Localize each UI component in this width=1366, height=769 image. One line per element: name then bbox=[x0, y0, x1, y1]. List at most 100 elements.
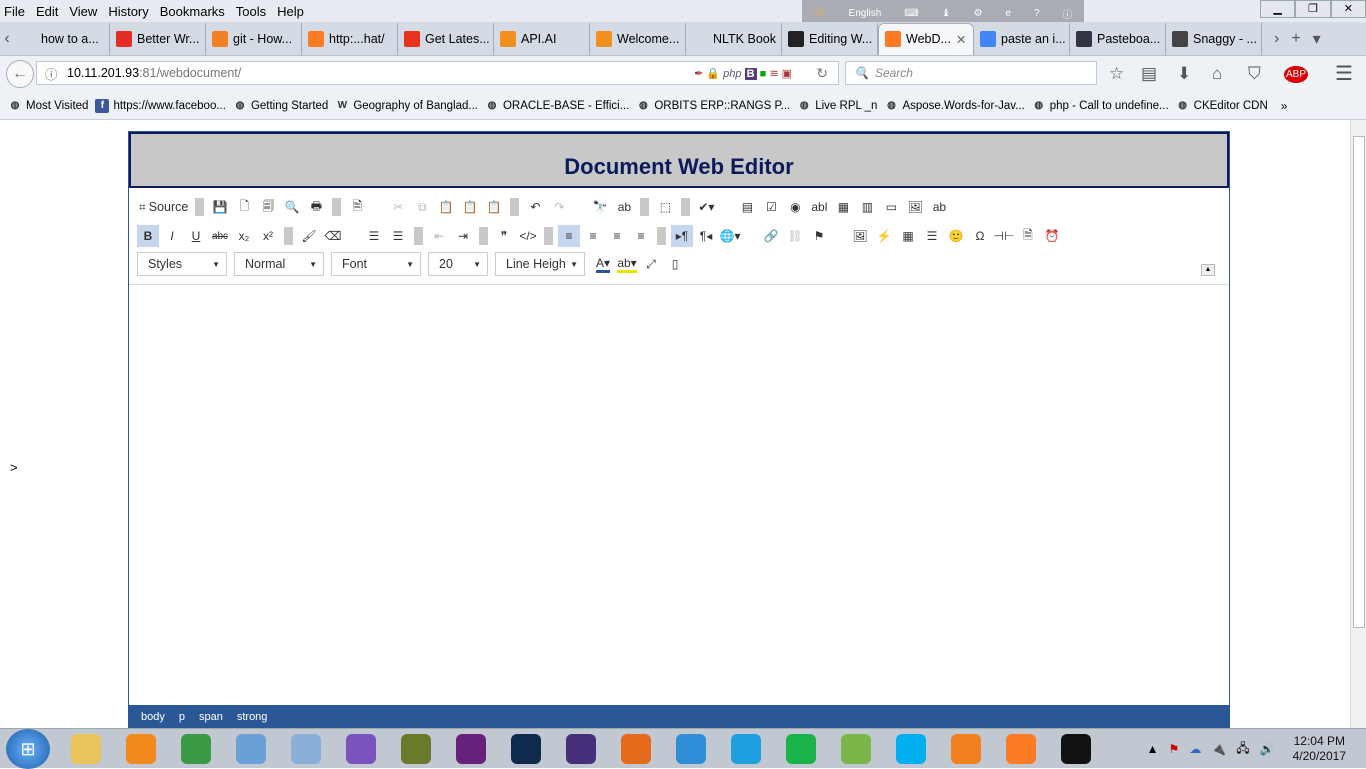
bookmark-item[interactable]: ◍ ORACLE-BASE - Effici... bbox=[485, 99, 630, 113]
unlink-icon[interactable]: ⛓ bbox=[784, 225, 806, 247]
taskbar-firefox[interactable] bbox=[610, 730, 662, 768]
menu-history[interactable]: History bbox=[108, 4, 148, 19]
outdent-icon[interactable]: ⇤ bbox=[428, 225, 450, 247]
minimize-button[interactable]: ▁ bbox=[1260, 0, 1296, 18]
info-icon[interactable]: ⓘ bbox=[1062, 6, 1072, 21]
numbered-list-icon[interactable]: ☰ bbox=[363, 225, 385, 247]
underline-icon[interactable]: U bbox=[185, 225, 207, 247]
browser-tab[interactable]: Welcome... bbox=[590, 22, 686, 55]
browser-tab[interactable]: Editing W... bbox=[782, 22, 878, 55]
path-body[interactable]: body bbox=[141, 711, 165, 723]
button-icon[interactable]: ▭ bbox=[880, 196, 902, 218]
textfield-icon[interactable]: abl bbox=[808, 196, 830, 218]
bookmark-item[interactable]: W Geography of Banglad... bbox=[335, 99, 478, 113]
copy-icon[interactable]: ⧉ bbox=[411, 196, 433, 218]
subscript-icon[interactable]: x₂ bbox=[233, 225, 255, 247]
source-button[interactable]: ⌗ Source bbox=[137, 196, 190, 218]
browser-tab[interactable]: paste an i... bbox=[974, 22, 1070, 55]
site-info-icon[interactable]: ⓘ bbox=[45, 64, 58, 83]
radio-icon[interactable]: ◉ bbox=[784, 196, 806, 218]
image-button-icon[interactable]: 🖼 bbox=[904, 196, 926, 218]
textarea-icon[interactable]: ▦ bbox=[832, 196, 854, 218]
scroll-tabs-right-icon[interactable]: › bbox=[1274, 30, 1279, 48]
bold-icon[interactable]: B bbox=[137, 225, 159, 247]
undo-icon[interactable]: ↶ bbox=[524, 196, 546, 218]
menu-help[interactable]: Help bbox=[277, 4, 304, 19]
align-right-icon[interactable]: ≡ bbox=[606, 225, 628, 247]
bookmark-item[interactable]: ◍ CKEditor CDN bbox=[1176, 99, 1268, 113]
browser-tab[interactable]: git - How... bbox=[206, 22, 302, 55]
power-icon[interactable]: 🔌 bbox=[1211, 742, 1226, 756]
reading-list-icon[interactable]: ▤ bbox=[1141, 64, 1157, 84]
checkbox-icon[interactable]: ☑ bbox=[760, 196, 782, 218]
anchor-icon[interactable]: ⚑ bbox=[808, 225, 830, 247]
language-label[interactable]: English bbox=[849, 8, 882, 19]
path-span[interactable]: span bbox=[199, 711, 223, 723]
taskbar-oval-app[interactable] bbox=[775, 730, 827, 768]
scrollbar-thumb[interactable] bbox=[1353, 136, 1365, 628]
taskbar-chrome[interactable] bbox=[170, 730, 222, 768]
taskbar-xampp[interactable] bbox=[995, 730, 1047, 768]
taskbar-frog-app[interactable] bbox=[390, 730, 442, 768]
select-icon[interactable]: ▥ bbox=[856, 196, 878, 218]
link-icon[interactable]: 🔗 bbox=[760, 225, 782, 247]
remove-format-icon[interactable]: ⌫ bbox=[322, 225, 344, 247]
replace-icon[interactable]: ab bbox=[613, 196, 635, 218]
bookmark-item[interactable]: ◍ ORBITS ERP::RANGS P... bbox=[636, 99, 790, 113]
image-icon[interactable]: 🖼 bbox=[849, 225, 871, 247]
taskbar-hotspot-shield[interactable] bbox=[665, 730, 717, 768]
adblock-icon[interactable]: ABP bbox=[1284, 66, 1309, 83]
paste-word-icon[interactable]: 📋 bbox=[483, 196, 505, 218]
special-char-icon[interactable]: Ω bbox=[969, 225, 991, 247]
taskbar-vs-code[interactable] bbox=[500, 730, 552, 768]
new-page-icon[interactable]: 🗋 bbox=[233, 196, 255, 218]
align-left-icon[interactable]: ≡ bbox=[558, 225, 580, 247]
div-icon[interactable]: </> bbox=[517, 225, 539, 247]
help-icon[interactable]: ? bbox=[1034, 8, 1040, 19]
browser-tab[interactable]: Get Lates... bbox=[398, 22, 494, 55]
find-icon[interactable]: 🔭 bbox=[589, 196, 611, 218]
indent-icon[interactable]: ⇥ bbox=[452, 225, 474, 247]
bookmark-item[interactable]: ◍ Aspose.Words-for-Jav... bbox=[884, 99, 1025, 113]
page-break-icon[interactable]: ⊣⊢ bbox=[993, 225, 1015, 247]
italic-icon[interactable]: I bbox=[161, 225, 183, 247]
language-icon[interactable]: 🌐▾ bbox=[719, 225, 741, 247]
styles-dropdown[interactable]: Styles ▼ bbox=[137, 252, 227, 276]
tab-close-icon[interactable]: ✕ bbox=[956, 32, 966, 47]
iframe-icon[interactable]: 🗎 bbox=[1017, 225, 1039, 247]
bookmark-item[interactable]: ◍ Most Visited bbox=[8, 99, 89, 113]
font-size-dropdown[interactable]: 20 ▼ bbox=[428, 252, 488, 276]
bookmark-item[interactable]: ◍ Live RPL _n bbox=[797, 99, 878, 113]
line-height-dropdown[interactable]: Line Heigh ▼ bbox=[495, 252, 585, 276]
chess-icon[interactable]: ♝ bbox=[942, 8, 951, 19]
new-tab-icon[interactable]: + bbox=[1291, 30, 1300, 48]
home-icon[interactable]: ⌂ bbox=[1212, 64, 1222, 84]
path-strong[interactable]: strong bbox=[237, 711, 268, 723]
strike-icon[interactable]: abc bbox=[209, 225, 231, 247]
superscript-icon[interactable]: x² bbox=[257, 225, 279, 247]
collapse-toolbar-button[interactable]: ▲ bbox=[1201, 264, 1215, 276]
volume-icon[interactable]: 🔊 bbox=[1260, 742, 1275, 756]
action-center-icon[interactable]: ⚑ bbox=[1169, 742, 1180, 756]
cut-icon[interactable]: ✂ bbox=[387, 196, 409, 218]
browser-tab[interactable]: Better Wr... bbox=[110, 22, 206, 55]
flash-icon[interactable]: ⚡ bbox=[873, 225, 895, 247]
browser-tab[interactable]: WebD... ✕ bbox=[878, 22, 974, 55]
start-button[interactable]: ⊞ bbox=[6, 728, 50, 769]
address-bar[interactable]: ⓘ 10.11.201.93:81/webdocument/ ✒ 🔒 php B… bbox=[36, 61, 839, 85]
taskbar-explorer[interactable] bbox=[60, 730, 112, 768]
settings-icon[interactable]: ⚙ bbox=[974, 8, 983, 19]
restore-button[interactable]: ❐ bbox=[1295, 0, 1331, 18]
show-hidden-icons-icon[interactable]: ▲ bbox=[1147, 742, 1159, 756]
format-dropdown[interactable]: Normal ▼ bbox=[234, 252, 324, 276]
taskbar-eclipse[interactable] bbox=[555, 730, 607, 768]
bookmark-item[interactable]: ◍ php - Call to undefine... bbox=[1032, 99, 1168, 113]
document-icon[interactable]: 🗎 bbox=[346, 196, 368, 218]
templates-icon[interactable]: 🗐 bbox=[257, 196, 279, 218]
pocket-icon[interactable]: ⛉ bbox=[1248, 64, 1261, 84]
reload-icon[interactable]: ↻ bbox=[816, 65, 828, 82]
editing-area[interactable] bbox=[129, 285, 1229, 703]
taskbar-media-player[interactable] bbox=[115, 730, 167, 768]
show-blocks-icon[interactable]: ▯ bbox=[664, 253, 686, 275]
browser-tab[interactable]: Snaggy - ... bbox=[1166, 22, 1262, 55]
